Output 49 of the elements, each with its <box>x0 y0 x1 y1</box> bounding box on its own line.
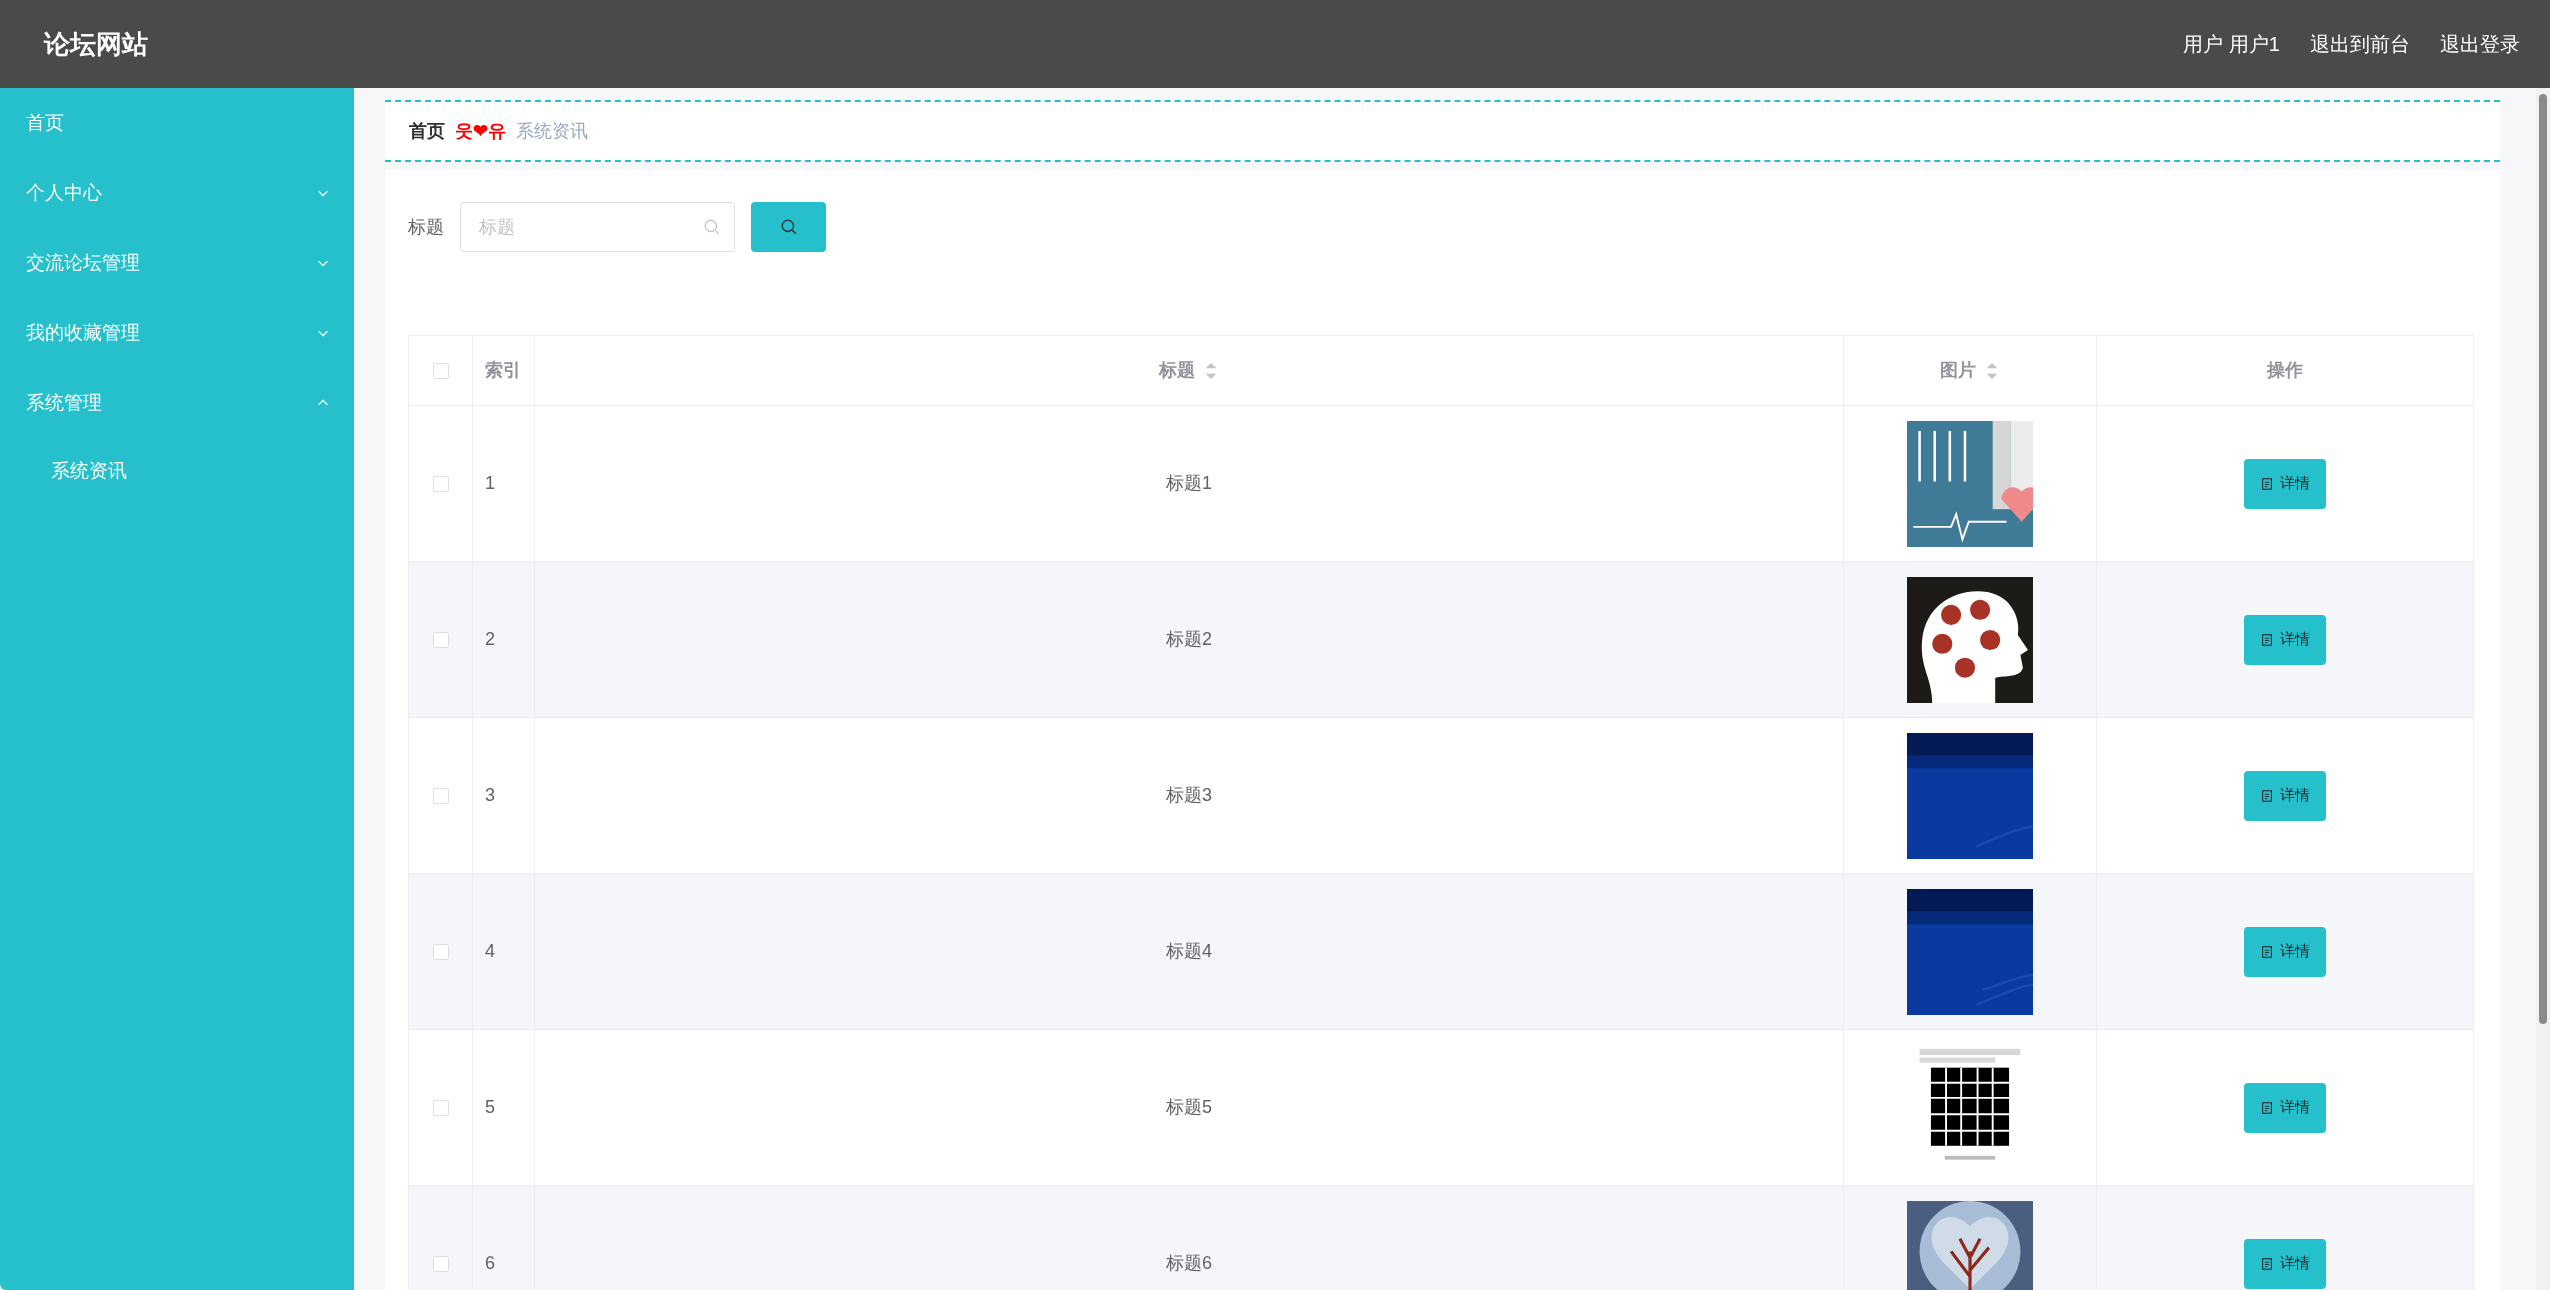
details-button[interactable]: 详情 <box>2244 1082 2326 1133</box>
table-cell-text: 标题3 <box>1166 784 1212 807</box>
table-cell-text: 3 <box>485 784 495 807</box>
checkbox[interactable] <box>432 943 449 960</box>
document-icon <box>2260 1100 2274 1115</box>
column-header: 索引 <box>485 359 521 382</box>
details-button[interactable]: 详情 <box>2244 614 2326 665</box>
checkbox[interactable] <box>432 1099 449 1116</box>
table-cell-text: 1 <box>485 472 495 495</box>
details-button[interactable]: 详情 <box>2244 1238 2326 1289</box>
table-cell-text: 6 <box>485 1252 495 1275</box>
checkbox[interactable] <box>432 787 449 804</box>
header-link[interactable]: 用户 用户1 <box>2183 29 2280 59</box>
table-cell-text: 标题6 <box>1166 1252 1212 1275</box>
search-icon <box>779 218 798 236</box>
search-label: 标题 <box>408 215 444 239</box>
breadcrumb-current: 系统资讯 <box>516 119 588 143</box>
search-icon <box>703 218 721 236</box>
document-icon <box>2260 476 2274 491</box>
checkbox[interactable] <box>432 631 449 648</box>
header-link[interactable]: 退出登录 <box>2440 29 2520 59</box>
column-header: 操作 <box>2267 359 2303 382</box>
details-button[interactable]: 详情 <box>2244 770 2326 821</box>
table-cell-text: 标题2 <box>1166 628 1212 651</box>
checkbox[interactable] <box>432 475 449 492</box>
document-icon <box>2260 788 2274 803</box>
document-icon <box>2260 632 2274 647</box>
breadcrumb-separator: 웃❤유 <box>455 119 506 143</box>
details-button[interactable]: 详情 <box>2244 926 2326 977</box>
site-title: 论坛网站 <box>44 27 148 61</box>
breadcrumb-home[interactable]: 首页 <box>409 117 445 145</box>
table-cell-text: 标题5 <box>1166 1096 1212 1119</box>
table-cell-text: 2 <box>485 628 495 651</box>
table-cell-text: 标题1 <box>1166 472 1212 495</box>
search-button[interactable] <box>751 202 826 252</box>
checkbox[interactable] <box>432 1255 449 1272</box>
search-field[interactable]: 标题 <box>460 202 735 252</box>
checkbox[interactable] <box>432 362 449 379</box>
table-cell-text: 5 <box>485 1096 495 1119</box>
table-cell-text: 4 <box>485 940 495 963</box>
scrollbar-thumb[interactable] <box>2539 94 2547 1024</box>
document-icon <box>2260 1256 2274 1271</box>
details-button[interactable]: 详情 <box>2244 458 2326 509</box>
header-link[interactable]: 退出到前台 <box>2310 29 2410 59</box>
sort-icon[interactable] <box>1984 360 2000 381</box>
sort-icon[interactable] <box>1203 360 1219 381</box>
document-icon <box>2260 944 2274 959</box>
table-cell-text: 标题4 <box>1166 940 1212 963</box>
scrollbar[interactable] <box>2536 88 2550 1290</box>
